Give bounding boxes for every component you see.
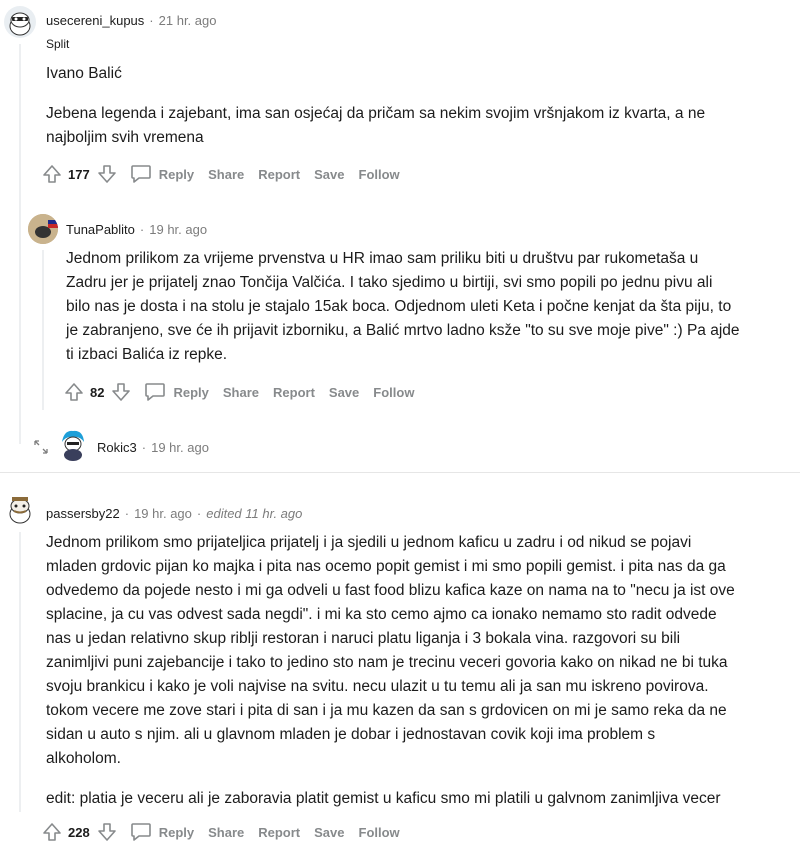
downvote-arrow-icon[interactable]: [95, 820, 119, 844]
thread-line[interactable]: [19, 44, 21, 444]
timestamp[interactable]: 19 hr. ago: [151, 440, 209, 455]
vote-score: 177: [68, 166, 90, 182]
follow-button[interactable]: Follow: [359, 825, 400, 840]
username[interactable]: usecereni_kupus: [46, 13, 144, 28]
edited-label: edited 11 hr. ago: [206, 506, 303, 521]
share-button[interactable]: Share: [208, 167, 244, 182]
reply-label: Reply: [158, 166, 195, 182]
comment-actions: 82 Reply Share Report Save Follow: [62, 380, 414, 404]
follow-button[interactable]: Follow: [373, 385, 414, 400]
expand-arrows-icon[interactable]: [34, 440, 48, 454]
user-flair: Split: [46, 37, 70, 51]
comment-paragraph: Jednom prilikom smo prijateljica prijate…: [46, 534, 735, 767]
vote-score: 82: [90, 384, 105, 400]
comment-body: Jednom prilikom smo prijateljica prijate…: [46, 531, 791, 811]
avatar[interactable]: [4, 6, 36, 38]
avatar[interactable]: [58, 428, 88, 462]
comment-divider: [0, 472, 800, 473]
username[interactable]: TunaPablito: [66, 222, 135, 237]
share-button[interactable]: Share: [208, 825, 244, 840]
upvote-arrow-icon[interactable]: [40, 820, 64, 844]
downvote-arrow-icon[interactable]: [109, 380, 133, 404]
follow-button[interactable]: Follow: [359, 167, 400, 182]
username[interactable]: passersby22: [46, 506, 120, 521]
comment-meta: usecereni_kupus · 21 hr. ago: [46, 13, 217, 28]
report-button[interactable]: Report: [258, 825, 300, 840]
thread-line[interactable]: [19, 532, 21, 812]
thread-line[interactable]: [42, 250, 44, 410]
save-button[interactable]: Save: [329, 385, 359, 400]
downvote-arrow-icon[interactable]: [95, 162, 119, 186]
comment-body: Ivano Balić Jebena legenda i zajebant, i…: [46, 62, 786, 150]
snoo-avatar-icon: [9, 497, 31, 524]
reply-button[interactable]: Reply: [143, 380, 209, 404]
upvote-arrow-icon[interactable]: [40, 162, 64, 186]
speech-bubble-icon: [129, 162, 153, 186]
comment-body: Jednom prilikom za vrijeme prvenstva u H…: [66, 247, 786, 367]
comment-actions: 177 Reply Share Report Save Follow: [40, 162, 400, 186]
snoo-avatar-icon: [28, 214, 58, 244]
save-button[interactable]: Save: [314, 167, 344, 182]
comment-actions: 228 Reply Share Report Save Follow: [40, 820, 400, 844]
reply-label: Reply: [158, 824, 195, 840]
comment-paragraph: Jebena legenda i zajebant, ima san osjeć…: [46, 105, 706, 146]
snoo-avatar-icon: [9, 12, 31, 36]
avatar[interactable]: [4, 492, 36, 526]
reply-button[interactable]: Reply: [129, 162, 194, 186]
save-button[interactable]: Save: [314, 825, 344, 840]
speech-bubble-icon: [143, 380, 167, 404]
reply-button[interactable]: Reply: [129, 820, 194, 844]
comment-paragraph: Jednom prilikom za vrijeme prvenstva u H…: [66, 250, 740, 363]
timestamp[interactable]: 19 hr. ago: [134, 506, 192, 521]
share-button[interactable]: Share: [223, 385, 259, 400]
snoo-avatar-icon: [62, 430, 84, 461]
vote-score: 228: [68, 824, 90, 840]
timestamp[interactable]: 19 hr. ago: [149, 222, 207, 237]
comment-meta: Rokic3 · 19 hr. ago: [97, 440, 209, 455]
report-button[interactable]: Report: [258, 167, 300, 182]
comment-paragraph: edit: platia je veceru ali je zaboravia …: [46, 790, 721, 807]
username[interactable]: Rokic3: [97, 440, 137, 455]
avatar[interactable]: [28, 214, 58, 244]
speech-bubble-icon: [129, 820, 153, 844]
comment-meta: passersby22 · 19 hr. ago · edited 11 hr. ago: [46, 506, 303, 521]
upvote-arrow-icon[interactable]: [62, 380, 86, 404]
comment-paragraph: Ivano Balić: [46, 65, 122, 82]
reply-label: Reply: [173, 384, 209, 400]
timestamp[interactable]: 21 hr. ago: [159, 13, 217, 28]
comment-meta: TunaPablito · 19 hr. ago: [66, 222, 208, 237]
report-button[interactable]: Report: [273, 385, 315, 400]
